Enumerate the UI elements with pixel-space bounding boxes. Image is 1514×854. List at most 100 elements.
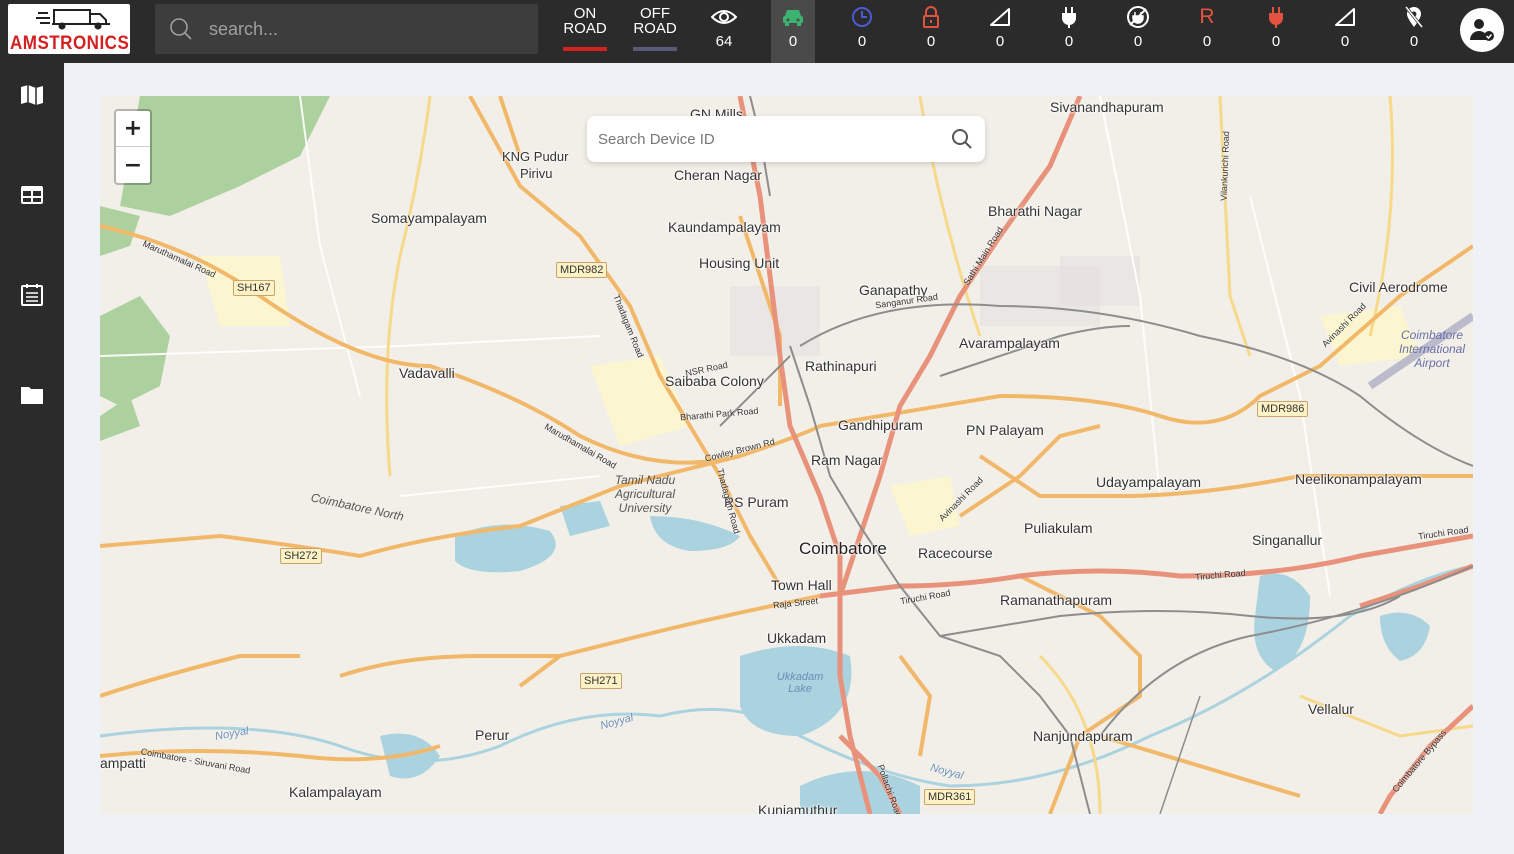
signal-icon-2	[1335, 8, 1355, 26]
road-shield: SH271	[580, 673, 622, 689]
place-label: ampatti	[100, 755, 146, 771]
status-plug-red[interactable]: 0	[1243, 0, 1309, 63]
brand-name: AMSTRONICS	[10, 31, 130, 54]
lock-icon	[923, 6, 939, 28]
tab-off-road[interactable]: OFF ROAD	[623, 5, 687, 51]
truck-icon	[36, 9, 110, 30]
tab-on-road-line2: ROAD	[563, 20, 607, 37]
lake-label: Ukkadam Lake	[776, 671, 824, 695]
search-icon	[170, 18, 192, 40]
status-clock-count: 0	[857, 33, 867, 50]
brand-logo[interactable]: AMSTRONICS	[8, 4, 130, 54]
tab-on-road-indicator	[563, 47, 607, 51]
place-label: Pirivu	[520, 166, 553, 181]
status-signal-count: 0	[995, 33, 1005, 50]
report-icon[interactable]	[20, 283, 44, 307]
status-no-power[interactable]: 0	[1105, 0, 1171, 63]
device-search-box[interactable]	[587, 116, 985, 162]
place-label: Ram Nagar	[811, 452, 883, 468]
place-label: KNG Pudur	[502, 149, 569, 164]
zoom-control: + −	[114, 109, 152, 185]
search-icon[interactable]	[951, 128, 973, 150]
place-label: Avarampalayam	[959, 335, 1060, 351]
status-plug[interactable]: 0	[1036, 0, 1102, 63]
status-lock-count: 0	[926, 33, 936, 50]
road-shield: MDR986	[1257, 401, 1309, 417]
place-label: PN Palayam	[966, 422, 1044, 438]
place-label: Somayampalayam	[371, 210, 487, 226]
place-label: Neelikonampalayam	[1295, 471, 1422, 487]
place-label: Gandhipuram	[838, 417, 923, 433]
status-no-power-count: 0	[1133, 33, 1143, 50]
car-icon	[783, 10, 803, 26]
tab-off-road-line1: OFF	[640, 5, 670, 22]
map-view[interactable]: GN Mills Sivanandhapuram KNG Pudur Piriv…	[100, 96, 1473, 814]
place-label: Racecourse	[918, 545, 993, 561]
sidebar	[0, 63, 64, 854]
place-label: Rathinapuri	[805, 358, 877, 374]
road-shield: MDR361	[924, 789, 976, 805]
place-label: Town Hall	[771, 577, 832, 593]
status-location-off[interactable]: 0	[1381, 0, 1447, 63]
status-r[interactable]: R 0	[1174, 0, 1240, 63]
status-clock[interactable]: 0	[829, 0, 895, 63]
status-lock[interactable]: 0	[898, 0, 964, 63]
road-shield: SH167	[233, 280, 275, 296]
place-label: Kuniamuthur	[758, 802, 838, 814]
status-plug-count: 0	[1064, 33, 1074, 50]
location-off-icon	[1404, 6, 1424, 28]
place-label: Perur	[475, 727, 510, 743]
folder-icon[interactable]	[20, 383, 44, 407]
eye-icon	[711, 10, 737, 24]
global-search[interactable]	[155, 4, 538, 54]
airport-label: Coimbatore International Airport	[1398, 328, 1466, 370]
status-plug-red-count: 0	[1271, 33, 1281, 50]
road-shield: MDR982	[556, 262, 608, 278]
zoom-in-button[interactable]: +	[116, 111, 150, 147]
plug-icon	[1062, 7, 1076, 28]
no-power-icon	[1127, 6, 1149, 28]
place-label: Vellalur	[1308, 701, 1354, 717]
top-bar: AMSTRONICS ON ROAD OFF ROAD 64 0 0 0 0	[0, 0, 1514, 63]
map-icon[interactable]	[20, 83, 44, 107]
user-check-icon	[1470, 19, 1494, 41]
tnau-label: Tamil Nadu Agricultural University	[614, 473, 676, 515]
place-label: Kalampalayam	[289, 784, 382, 800]
place-label: Cheran Nagar	[674, 167, 762, 183]
tab-off-road-indicator	[633, 47, 677, 51]
place-label: Coimbatore	[799, 539, 887, 558]
place-label: Bharathi Nagar	[988, 203, 1083, 219]
search-input[interactable]	[209, 18, 509, 40]
place-label: Sivanandhapuram	[1050, 99, 1164, 115]
status-eye-count: 64	[715, 33, 733, 50]
place-label: Singanallur	[1252, 532, 1323, 548]
tab-off-road-line2: ROAD	[633, 20, 677, 37]
user-avatar[interactable]	[1460, 8, 1504, 52]
status-location-off-count: 0	[1409, 33, 1419, 50]
place-label: Ukkadam	[767, 630, 827, 646]
status-car[interactable]: 0	[771, 0, 815, 63]
status-eye[interactable]: 64	[691, 0, 757, 63]
place-label: Nanjundapuram	[1033, 728, 1133, 744]
place-label: Housing Unit	[699, 255, 780, 271]
tab-on-road[interactable]: ON ROAD	[553, 5, 617, 51]
place-label: Civil Aerodrome	[1349, 279, 1448, 295]
plug-red-icon	[1269, 7, 1283, 28]
road-shield: SH272	[280, 548, 322, 564]
place-label: Saibaba Colony	[665, 373, 764, 389]
place-label: Puliakulam	[1024, 520, 1093, 536]
place-label: Ramanathapuram	[1000, 592, 1113, 608]
status-signal[interactable]: 0	[967, 0, 1033, 63]
status-signal-2[interactable]: 0	[1312, 0, 1378, 63]
table-icon[interactable]	[20, 183, 44, 207]
device-search-input[interactable]	[598, 130, 938, 148]
zoom-out-button[interactable]: −	[116, 147, 150, 183]
place-label: Udayampalayam	[1096, 474, 1202, 490]
clock-icon	[852, 7, 872, 27]
status-signal-2-count: 0	[1340, 33, 1350, 50]
tab-on-road-line1: ON	[573, 5, 597, 22]
status-car-count: 0	[788, 33, 798, 50]
map-base	[100, 96, 1473, 814]
r-letter-icon: R	[1199, 5, 1215, 28]
signal-icon	[990, 8, 1010, 26]
